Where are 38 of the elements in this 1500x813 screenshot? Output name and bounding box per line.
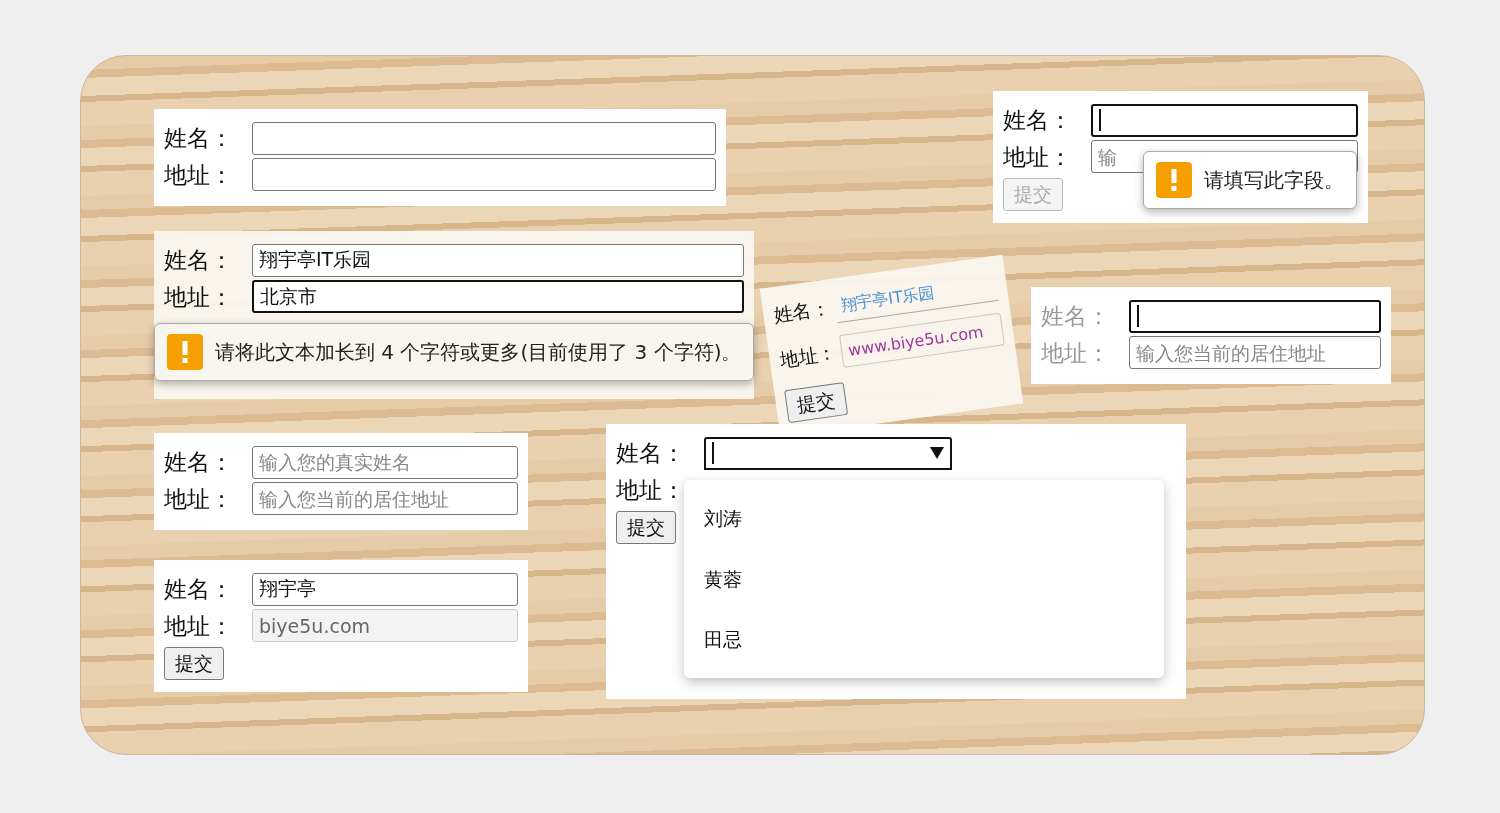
field-label: 姓名： <box>164 124 234 153</box>
submit-button[interactable]: 提交 <box>164 647 224 680</box>
field-label: 姓名： <box>164 448 234 477</box>
field-label: 地址： <box>164 484 234 514</box>
dropdown-option[interactable]: 刘涛 <box>684 488 1164 549</box>
field-label: 姓名： <box>1003 106 1073 135</box>
text-field[interactable] <box>1129 299 1381 333</box>
warning-icon <box>1156 162 1192 198</box>
field-label: 地址： <box>164 282 234 312</box>
warning-icon <box>167 334 203 370</box>
field-label: 姓名： <box>1041 302 1111 331</box>
text-field[interactable]: 输入您的真实姓名 <box>252 445 518 479</box>
field-label: 地址： <box>777 340 838 373</box>
field-label: 姓名： <box>164 246 234 275</box>
text-field[interactable] <box>1091 103 1358 137</box>
tooltip-message: 请填写此字段。 <box>1204 167 1344 194</box>
dropdown-option[interactable]: 黄蓉 <box>684 548 1164 609</box>
submit-button[interactable]: 提交 <box>616 511 676 544</box>
submit-button[interactable]: 提交 <box>784 382 849 423</box>
dropdown-option[interactable]: 田忌 <box>684 609 1164 670</box>
field-label: 姓名： <box>771 295 832 329</box>
text-field[interactable]: 输入您当前的居住地址 <box>1129 336 1381 370</box>
field-label: 地址： <box>164 611 234 641</box>
text-field[interactable] <box>252 121 716 155</box>
field-label: 姓名： <box>616 439 686 468</box>
dropdown-arrow-icon <box>930 447 944 460</box>
text-field[interactable]: 翔宇亭IT乐园 <box>252 243 744 277</box>
text-field[interactable]: 翔宇亭 <box>252 572 518 606</box>
field-label: 地址： <box>164 160 234 190</box>
field-label: 地址： <box>616 475 686 505</box>
text-field[interactable]: 输入您当前的居住地址 <box>252 482 518 516</box>
tooltip-message: 请将此文本加长到 4 个字符或更多(目前使用了 3 个字符)。 <box>215 339 742 366</box>
combo-box[interactable] <box>704 436 952 470</box>
field-label: 姓名： <box>164 575 234 604</box>
field-label: 地址： <box>1003 142 1073 172</box>
text-field[interactable] <box>252 158 716 192</box>
field-label: 地址： <box>1041 338 1111 368</box>
text-field[interactable]: 北京市 <box>252 280 744 314</box>
